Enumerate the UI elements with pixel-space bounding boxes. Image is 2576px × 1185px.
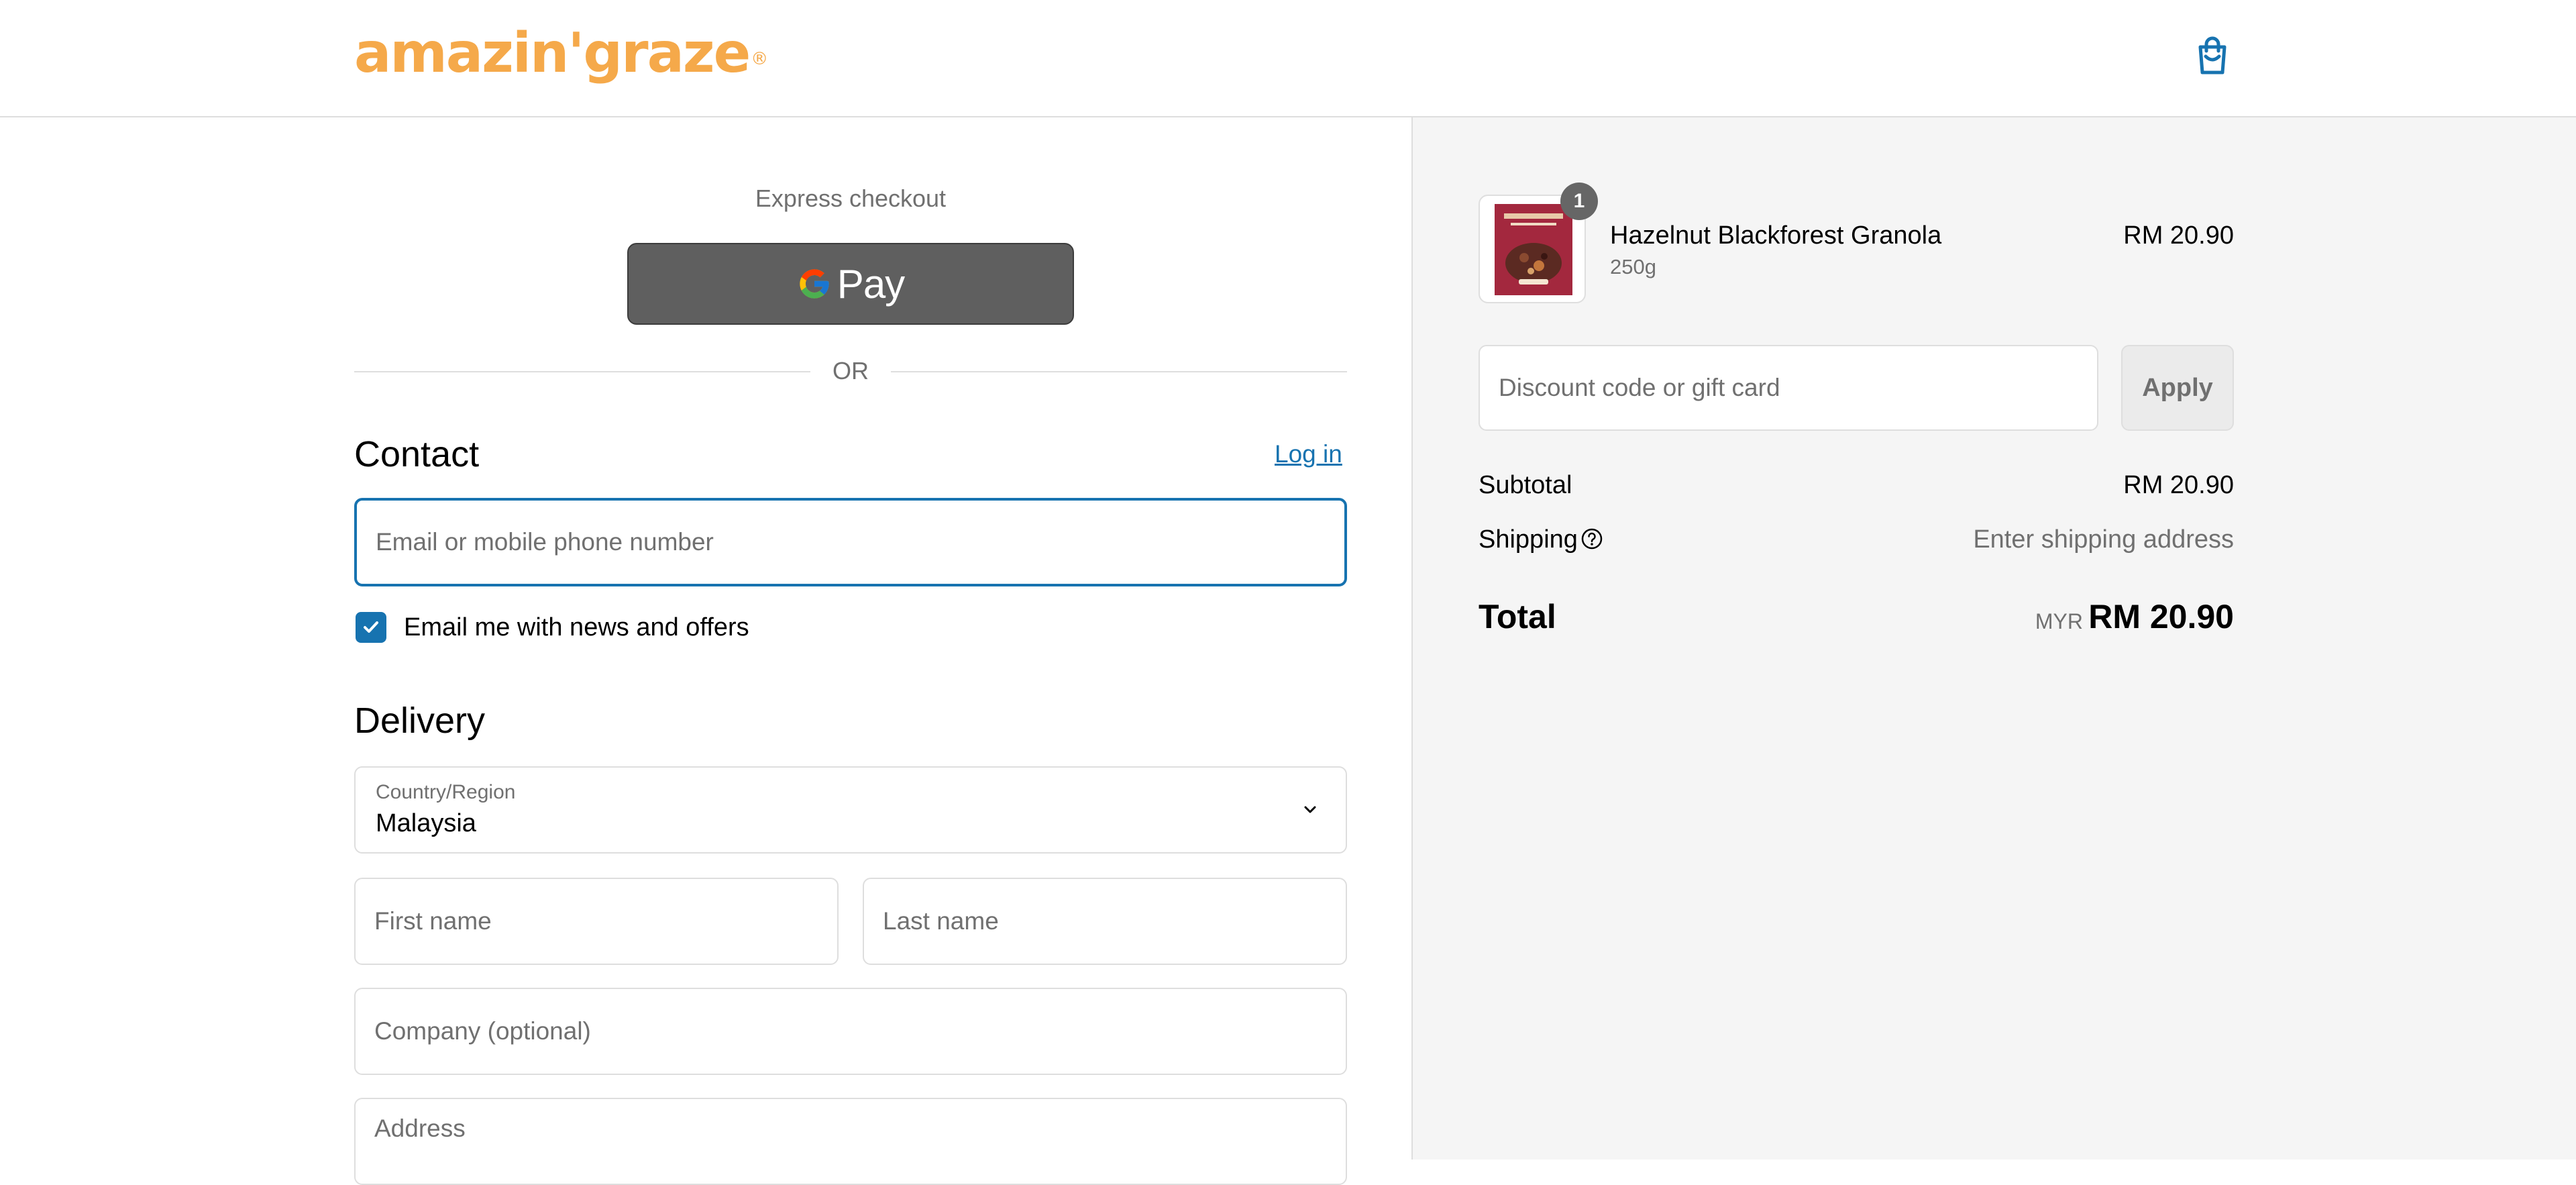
address-input[interactable]: [356, 1099, 1346, 1158]
country-label: Country/Region: [376, 781, 516, 803]
total-value: RM 20.90: [2088, 598, 2234, 635]
registered-mark: ®: [751, 49, 768, 69]
discount-input[interactable]: [1480, 346, 2097, 429]
total-label: Total: [1479, 598, 1556, 635]
logo-text: amazin'graze: [354, 21, 751, 85]
shopping-bag-icon: [2198, 36, 2226, 74]
shipping-label: Shipping: [1479, 525, 1578, 554]
email-field[interactable]: [354, 498, 1347, 586]
first-name-field[interactable]: [354, 878, 839, 965]
last-name-field[interactable]: [863, 878, 1347, 965]
email-input[interactable]: [357, 501, 1344, 584]
product-name: Hazelnut Blackforest Granola: [1610, 221, 1942, 250]
google-pay-button[interactable]: Pay: [627, 243, 1074, 325]
contact-title: Contact: [354, 434, 480, 474]
quantity-badge: 1: [1560, 183, 1598, 220]
header: amazin'graze®: [0, 0, 2576, 117]
last-name-input[interactable]: [864, 879, 1346, 964]
chevron-down-icon: [1304, 806, 1316, 813]
address-field[interactable]: [354, 1098, 1347, 1185]
checkmark-icon: [364, 621, 378, 633]
first-name-input[interactable]: [356, 879, 837, 964]
apply-discount-button[interactable]: Apply: [2121, 345, 2234, 431]
shipping-value: Enter shipping address: [1973, 525, 2234, 554]
cart-button[interactable]: [2194, 34, 2231, 76]
country-select[interactable]: Country/Region Malaysia: [354, 766, 1347, 854]
newsletter-checkbox[interactable]: [356, 612, 386, 643]
product-price: RM 20.90: [2123, 221, 2234, 250]
login-link[interactable]: Log in: [1275, 440, 1342, 468]
granola-pack-graphic: [1495, 204, 1572, 295]
discount-field[interactable]: [1479, 345, 2098, 431]
or-divider: OR: [354, 354, 1347, 388]
product-variant: 250g: [1610, 255, 1656, 278]
country-value: Malaysia: [376, 809, 476, 837]
delivery-title: Delivery: [354, 701, 486, 741]
express-checkout-title: Express checkout: [755, 185, 947, 212]
google-pay-label: Pay: [837, 261, 905, 307]
subtotal-value: RM 20.90: [2123, 471, 2234, 499]
brand-logo[interactable]: amazin'graze®: [354, 20, 768, 87]
subtotal-label: Subtotal: [1479, 471, 1572, 499]
google-g-icon: [800, 269, 829, 299]
total-currency: MYR: [2035, 609, 2083, 633]
divider-line-right: [891, 371, 1347, 372]
help-circle-icon[interactable]: [1580, 527, 1603, 550]
order-summary-panel: [1411, 117, 2576, 1160]
newsletter-label[interactable]: Email me with news and offers: [404, 613, 749, 642]
company-input[interactable]: [356, 989, 1346, 1074]
company-field[interactable]: [354, 988, 1347, 1075]
product-image: [1495, 204, 1572, 295]
